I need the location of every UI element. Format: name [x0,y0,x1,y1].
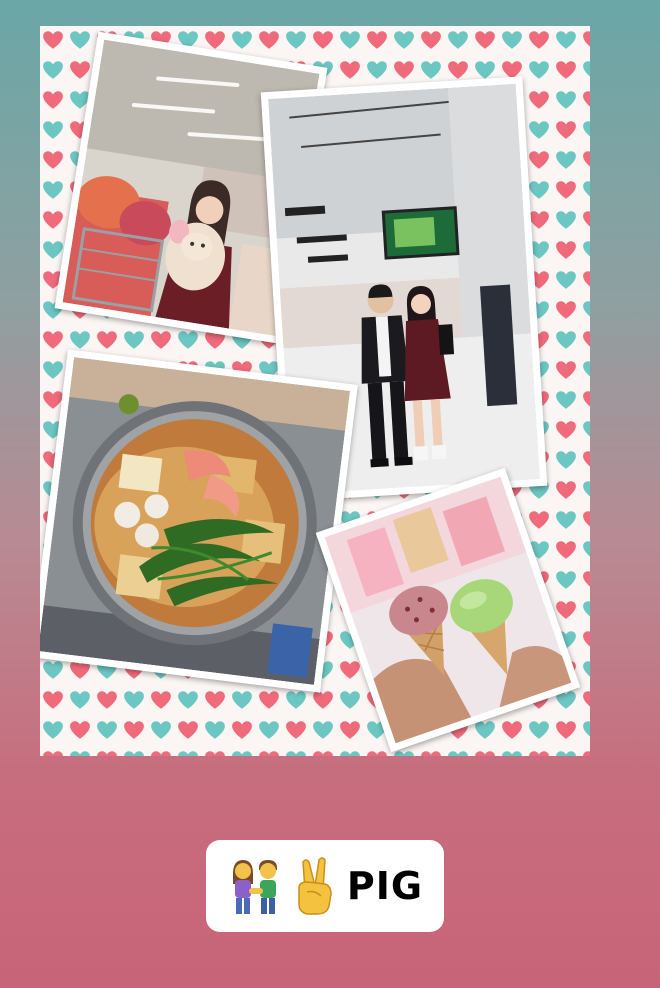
couple-holding-hands-icon [227,856,283,916]
caption-text: PIG [346,864,424,908]
photo-collage [40,26,590,756]
victory-hand-icon [293,856,337,916]
caption-sticker[interactable]: PIG [206,840,444,932]
hot-pot-photo[interactable] [40,349,358,693]
